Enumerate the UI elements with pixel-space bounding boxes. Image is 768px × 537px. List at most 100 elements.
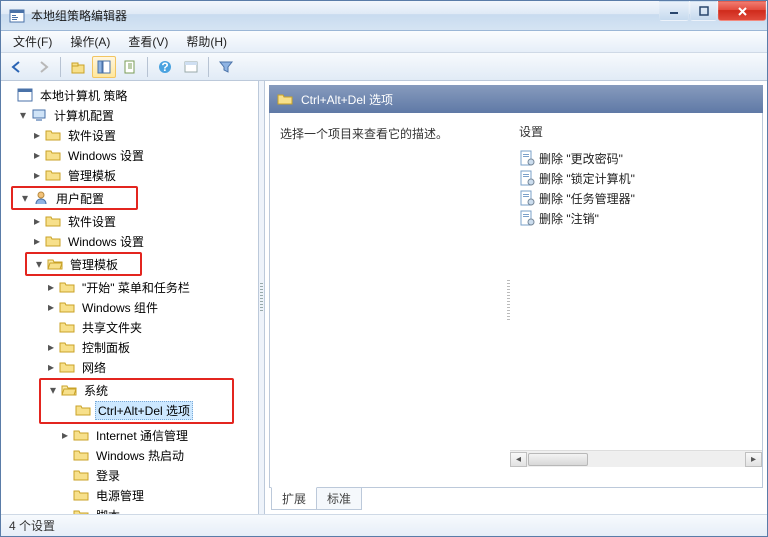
tree-network[interactable]: ▸ 网络 <box>3 357 258 377</box>
tree-computer-config[interactable]: ▾ 计算机配置 <box>3 105 258 125</box>
tree-cad-options[interactable]: ▸ Ctrl+Alt+Del 选项 <box>41 400 232 420</box>
setting-label: 删除 "锁定计算机" <box>539 170 635 187</box>
setting-item[interactable]: 删除 "任务管理器" <box>519 188 754 208</box>
toolbar-separator <box>60 57 61 77</box>
filter-button[interactable] <box>214 56 238 78</box>
tree-label: "开始" 菜单和任务栏 <box>79 278 193 297</box>
tree-script[interactable]: ▸ 脚本 <box>3 505 258 514</box>
tree-label: 计算机配置 <box>51 106 117 125</box>
menu-action[interactable]: 操作(A) <box>62 31 118 52</box>
result-tabs: 扩展 标准 <box>269 488 763 510</box>
tree-label: 软件设置 <box>65 126 119 145</box>
tab-extended[interactable]: 扩展 <box>271 487 317 510</box>
policy-item-icon <box>519 150 535 166</box>
tree-start-taskbar[interactable]: ▸ "开始" 菜单和任务栏 <box>3 277 258 297</box>
description-prompt: 选择一个项目来查看它的描述。 <box>280 127 448 141</box>
expander-collapse-icon[interactable]: ▾ <box>17 109 29 121</box>
tree-cc-windows[interactable]: ▸ Windows 设置 <box>3 145 258 165</box>
tree-logon[interactable]: ▸ 登录 <box>3 465 258 485</box>
tree-label: Windows 组件 <box>79 298 161 317</box>
folder-icon <box>73 507 89 514</box>
tree-control-panel[interactable]: ▸ 控制面板 <box>3 337 258 357</box>
expander-collapse-icon[interactable]: ▾ <box>19 192 31 204</box>
help-button[interactable]: ? <box>153 56 177 78</box>
expander-expand-icon[interactable]: ▸ <box>45 341 57 353</box>
setting-item[interactable]: 删除 "更改密码" <box>519 148 754 168</box>
setting-label: 删除 "任务管理器" <box>539 190 635 207</box>
tree-cc-admin[interactable]: ▸ 管理模板 <box>3 165 258 185</box>
policy-item-icon <box>519 210 535 226</box>
expander-expand-icon[interactable]: ▸ <box>31 129 43 141</box>
up-button[interactable] <box>66 56 90 78</box>
export-button[interactable] <box>118 56 142 78</box>
menu-file[interactable]: 文件(F) <box>5 31 60 52</box>
folder-icon <box>73 487 89 503</box>
highlight-admin-templates: ▾ 管理模板 <box>25 252 142 276</box>
policy-icon <box>17 87 33 103</box>
tree-power[interactable]: ▸ 电源管理 <box>3 485 258 505</box>
tree-label: 管理模板 <box>65 166 119 185</box>
policy-item-icon <box>519 190 535 206</box>
settings-header: 设置 <box>519 123 754 140</box>
horizontal-scrollbar[interactable]: ◂ ▸ <box>510 450 762 467</box>
tab-standard[interactable]: 标准 <box>316 488 362 510</box>
tree-system[interactable]: ▾ 系统 <box>41 380 232 400</box>
expander-expand-icon[interactable]: ▸ <box>45 301 57 313</box>
maximize-button[interactable] <box>690 1 717 21</box>
tree-label: 脚本 <box>93 506 123 515</box>
description-column: 选择一个项目来查看它的描述。 <box>270 113 506 487</box>
scroll-track[interactable] <box>527 452 745 467</box>
expander-expand-icon[interactable]: ▸ <box>31 235 43 247</box>
expander-expand-icon[interactable]: ▸ <box>31 215 43 227</box>
folder-icon <box>45 233 61 249</box>
forward-button[interactable] <box>31 56 55 78</box>
expander-collapse-icon[interactable]: ▾ <box>33 258 45 270</box>
settings-column: 设置 删除 "更改密码" 删除 "锁定计算机" 删除 "任务管理器" <box>511 113 762 487</box>
policy-item-icon <box>519 170 535 186</box>
expander-expand-icon[interactable]: ▸ <box>59 429 71 441</box>
setting-item[interactable]: 删除 "注销" <box>519 208 754 228</box>
show-tree-button[interactable] <box>92 56 116 78</box>
tree-cc-software[interactable]: ▸ 软件设置 <box>3 125 258 145</box>
menu-help[interactable]: 帮助(H) <box>178 31 235 52</box>
folder-icon <box>45 167 61 183</box>
tree-label: Internet 通信管理 <box>93 426 191 445</box>
expander-collapse-icon[interactable]: ▾ <box>47 384 59 396</box>
scroll-thumb[interactable] <box>528 453 588 466</box>
setting-label: 删除 "注销" <box>539 210 599 227</box>
scroll-left-icon[interactable]: ◂ <box>510 452 527 467</box>
tree-label: Windows 设置 <box>65 146 147 165</box>
folder-icon <box>45 127 61 143</box>
titlebar: 本地组策略编辑器 <box>1 1 767 31</box>
expander-expand-icon[interactable]: ▸ <box>31 149 43 161</box>
tree-win-components[interactable]: ▸ Windows 组件 <box>3 297 258 317</box>
app-window: 本地组策略编辑器 文件(F) 操作(A) 查看(V) 帮助(H) ? <box>0 0 768 537</box>
policy-tree[interactable]: ▸ 本地计算机 策略 ▾ 计算机配置 ▸ 软件设置 ▸ Wi <box>1 81 258 514</box>
tree-uc-software[interactable]: ▸ 软件设置 <box>3 211 258 231</box>
content-body: 选择一个项目来查看它的描述。 设置 删除 "更改密码" 删除 "锁定计算机" <box>269 113 763 488</box>
tree-shared-folders[interactable]: ▸ 共享文件夹 <box>3 317 258 337</box>
menu-view[interactable]: 查看(V) <box>120 31 176 52</box>
minimize-button[interactable] <box>659 1 689 21</box>
content-header: Ctrl+Alt+Del 选项 <box>269 85 763 113</box>
folder-icon <box>75 402 91 418</box>
expander-expand-icon[interactable]: ▸ <box>45 281 57 293</box>
expander-expand-icon[interactable]: ▸ <box>31 169 43 181</box>
tree-label: 系统 <box>81 381 111 400</box>
tree-internet-comm[interactable]: ▸ Internet 通信管理 <box>3 425 258 445</box>
close-button[interactable] <box>718 1 766 21</box>
tree-root[interactable]: ▸ 本地计算机 策略 <box>3 85 258 105</box>
tree-uc-windows[interactable]: ▸ Windows 设置 <box>3 231 258 251</box>
folder-icon <box>73 447 89 463</box>
setting-item[interactable]: 删除 "锁定计算机" <box>519 168 754 188</box>
tree-uc-admin[interactable]: ▾ 管理模板 <box>27 254 140 274</box>
folder-icon <box>45 147 61 163</box>
back-button[interactable] <box>5 56 29 78</box>
expander-expand-icon[interactable]: ▸ <box>45 361 57 373</box>
properties-button[interactable] <box>179 56 203 78</box>
tree-label: 共享文件夹 <box>79 318 145 337</box>
tree-hotstart[interactable]: ▸ Windows 热启动 <box>3 445 258 465</box>
scroll-right-icon[interactable]: ▸ <box>745 452 762 467</box>
folder-icon <box>277 91 293 107</box>
tree-user-config[interactable]: ▾ 用户配置 <box>13 188 136 208</box>
